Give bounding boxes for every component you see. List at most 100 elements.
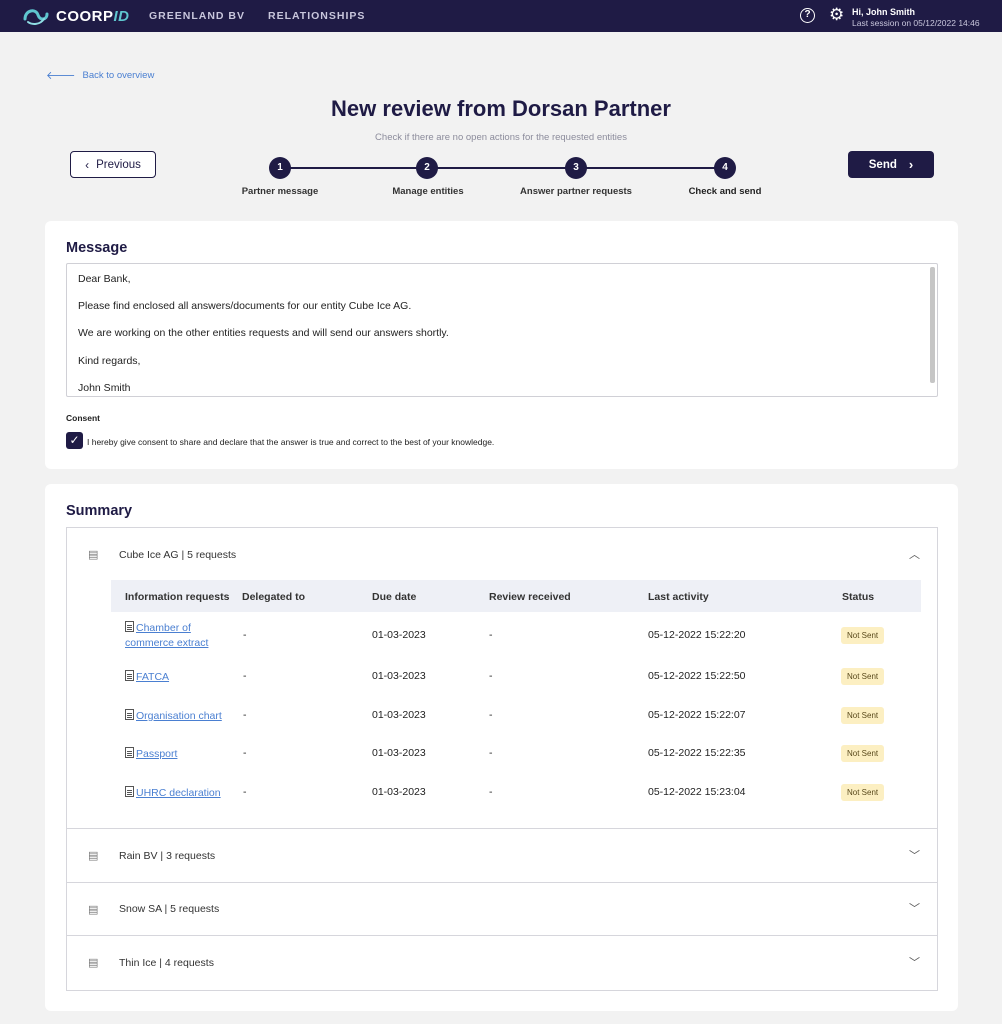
status-badge: Not Sent <box>841 627 885 644</box>
column-header: Delegated to <box>242 591 306 603</box>
last-session-text: Last session on 05/12/2022 14:46 <box>852 18 980 28</box>
message-card: Message Dear Bank, Please find enclosed … <box>45 221 958 469</box>
entity-header-label[interactable]: Rain BV | 3 requests <box>119 850 215 862</box>
last-activity-cell: 05-12-2022 15:23:04 <box>648 786 746 798</box>
message-line: We are working on the other entities req… <box>78 327 449 339</box>
request-link[interactable]: Passport <box>125 747 177 760</box>
message-line: John Smith <box>78 382 131 394</box>
chevron-down-icon[interactable]: ﹀ <box>909 847 920 863</box>
stepper-track <box>280 167 725 169</box>
delegated-cell: - <box>243 670 247 682</box>
user-greeting[interactable]: Hi, John Smith <box>852 7 915 17</box>
chevron-down-icon[interactable]: ﹀ <box>909 954 920 970</box>
review-cell: - <box>489 670 493 682</box>
arrow-left-icon: 🡐 <box>46 70 76 82</box>
step-2-dot[interactable]: 2 <box>416 157 438 179</box>
status-badge: Not Sent <box>841 707 885 724</box>
chevron-left-icon: ‹ <box>85 157 90 172</box>
request-link[interactable]: UHRC declaration <box>125 786 221 799</box>
entity-header-label[interactable]: Snow SA | 5 requests <box>119 903 219 915</box>
message-line: Dear Bank, <box>78 273 131 285</box>
entity-header-label[interactable]: Cube Ice AG | 5 requests <box>119 549 236 561</box>
due-date-cell: 01-03-2023 <box>372 709 426 721</box>
message-line: Please find enclosed all answers/documen… <box>78 300 412 312</box>
message-textarea[interactable]: Dear Bank, Please find enclosed all answ… <box>66 263 938 397</box>
previous-button-label: Previous <box>96 158 141 171</box>
message-title: Message <box>66 240 128 256</box>
document-icon <box>125 621 134 632</box>
entity-header-label[interactable]: Thin Ice | 4 requests <box>119 957 214 969</box>
entity-accordion-thin-ice[interactable]: ▤ Thin Ice | 4 requests ﹀ <box>66 935 938 991</box>
last-activity-cell: 05-12-2022 15:22:50 <box>648 670 746 682</box>
coorpid-logo[interactable]: COORPID <box>22 5 130 27</box>
logo-swirl-icon <box>23 9 49 25</box>
step-4-dot[interactable]: 4 <box>714 157 736 179</box>
delegated-cell: - <box>243 709 247 721</box>
step-1-dot[interactable]: 1 <box>269 157 291 179</box>
review-cell: - <box>489 709 493 721</box>
chevron-up-icon[interactable]: ︿ <box>909 546 920 562</box>
back-link-label: Back to overview <box>82 69 155 81</box>
building-icon: ▤ <box>88 850 99 862</box>
top-navigation-bar: COORPID GREENLAND BV RELATIONSHIPS ? ⚙ H… <box>0 0 1002 32</box>
document-icon <box>125 709 134 720</box>
request-link[interactable]: Organisation chart <box>125 709 222 722</box>
help-circle-icon[interactable]: ? <box>800 8 815 23</box>
back-to-overview-link[interactable]: 🡐 Back to overview <box>46 68 155 83</box>
due-date-cell: 01-03-2023 <box>372 670 426 682</box>
gear-icon[interactable]: ⚙ <box>829 6 844 24</box>
last-activity-cell: 05-12-2022 15:22:07 <box>648 709 746 721</box>
request-link-line2[interactable]: commerce extract <box>125 637 208 649</box>
step-3-label: Answer partner requests <box>520 186 632 197</box>
send-button[interactable]: Send › <box>848 151 934 178</box>
step-2-label: Manage entities <box>392 186 464 197</box>
column-header: Review received <box>489 591 571 603</box>
send-button-label: Send <box>868 158 897 171</box>
delegated-cell: - <box>243 747 247 759</box>
document-icon <box>125 786 134 797</box>
due-date-cell: 01-03-2023 <box>372 747 426 759</box>
nav-relationships[interactable]: RELATIONSHIPS <box>268 10 365 22</box>
summary-title: Summary <box>66 503 133 519</box>
status-badge: Not Sent <box>841 784 885 801</box>
last-activity-cell: 05-12-2022 15:22:20 <box>648 629 746 641</box>
building-icon: ▤ <box>88 957 99 969</box>
delegated-cell: - <box>243 786 247 798</box>
delegated-cell: - <box>243 629 247 641</box>
document-icon <box>125 670 134 681</box>
chevron-right-icon: › <box>908 157 914 172</box>
building-icon: ▤ <box>88 549 99 561</box>
status-badge: Not Sent <box>841 668 885 685</box>
table-header: Information requests Delegated to Due da… <box>111 580 921 612</box>
due-date-cell: 01-03-2023 <box>372 786 426 798</box>
review-cell: - <box>489 786 493 798</box>
column-header: Due date <box>372 591 417 603</box>
review-cell: - <box>489 629 493 641</box>
nav-greenland-bv[interactable]: GREENLAND BV <box>149 10 245 22</box>
review-cell: - <box>489 747 493 759</box>
step-4-label: Check and send <box>688 186 762 197</box>
summary-card: Summary ▤ Cube Ice AG | 5 requests ︿ Inf… <box>45 484 958 1011</box>
entity-accordion-rain-bv[interactable]: ▤ Rain BV | 3 requests ﹀ <box>66 828 938 883</box>
page-title: New review from Dorsan Partner <box>331 96 671 121</box>
column-header: Last activity <box>648 591 709 603</box>
consent-checkbox[interactable]: ✓ <box>66 432 83 449</box>
due-date-cell: 01-03-2023 <box>372 629 426 641</box>
status-badge: Not Sent <box>841 745 885 762</box>
request-link[interactable]: FATCA <box>125 670 169 683</box>
consent-text: I hereby give consent to share and decla… <box>87 437 495 447</box>
column-header: Information requests <box>125 591 230 603</box>
consent-label: Consent <box>66 413 100 423</box>
entity-accordion-cube-ice: ▤ Cube Ice AG | 5 requests ︿ Information… <box>66 527 938 829</box>
document-icon <box>125 747 134 758</box>
column-header: Status <box>842 591 875 603</box>
message-scrollbar[interactable] <box>930 267 935 383</box>
message-line: Kind regards, <box>78 355 141 367</box>
step-1-label: Partner message <box>241 186 319 197</box>
step-3-dot[interactable]: 3 <box>565 157 587 179</box>
entity-accordion-snow-sa[interactable]: ▤ Snow SA | 5 requests ﹀ <box>66 882 938 936</box>
chevron-down-icon[interactable]: ﹀ <box>909 900 920 916</box>
request-link[interactable]: Chamber of <box>125 621 191 634</box>
last-activity-cell: 05-12-2022 15:22:35 <box>648 747 746 759</box>
previous-button[interactable]: ‹ Previous <box>70 151 156 178</box>
